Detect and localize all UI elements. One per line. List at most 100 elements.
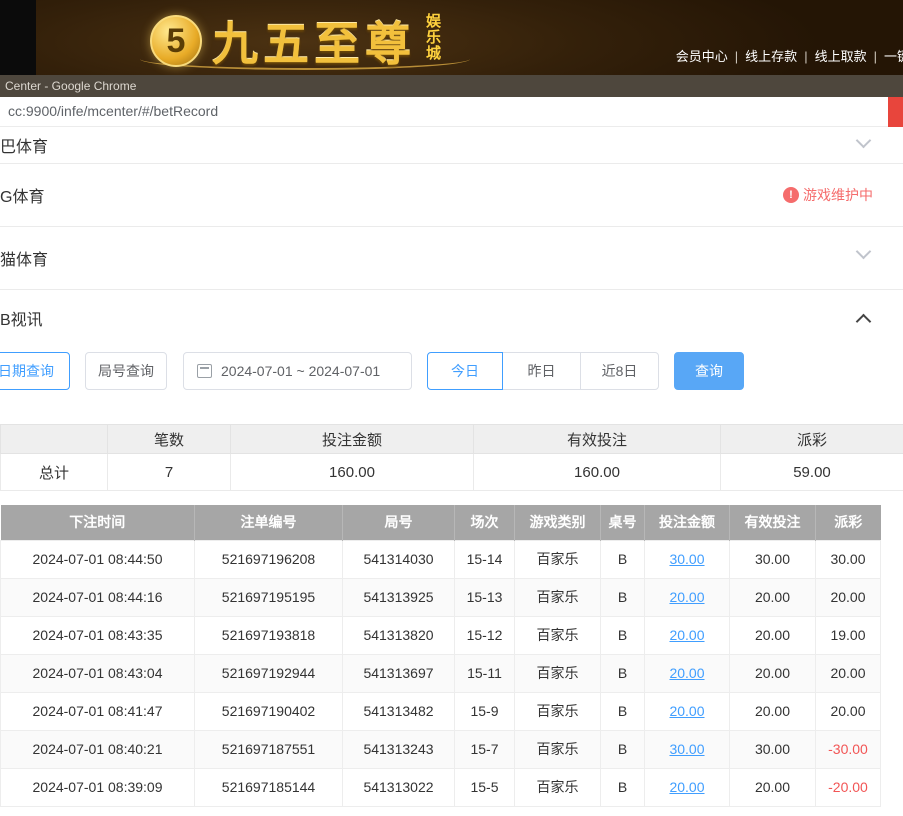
- bet-table-column-header: 游戏类别: [515, 505, 601, 540]
- summary-header-bet-amount: 投注金额: [231, 425, 474, 454]
- bet-amount-link[interactable]: 20.00: [669, 589, 704, 605]
- cell-session: 15-5: [455, 768, 515, 806]
- nav-separator: |: [874, 49, 877, 64]
- filter-toolbar: 日期查询 局号查询 2024-07-01 ~ 2024-07-01 今日 昨日 …: [0, 346, 903, 424]
- accordion-label: B视讯: [0, 306, 43, 330]
- summary-header-count: 笔数: [108, 425, 231, 454]
- yesterday-button[interactable]: 昨日: [502, 352, 581, 390]
- cell-table-no: B: [601, 730, 645, 768]
- coin-5-icon: 5: [150, 15, 202, 67]
- cell-round-no: 541313820: [343, 616, 455, 654]
- accordion-item-saba-sports[interactable]: 巴体育: [0, 127, 903, 164]
- summary-bet-amount-value: 160.00: [231, 454, 474, 491]
- chevron-up-icon: [856, 314, 872, 330]
- date-query-button[interactable]: 日期查询: [0, 352, 70, 390]
- cell-bet: 20.00: [645, 654, 730, 692]
- cell-payout: -20.00: [816, 768, 881, 806]
- red-indicator: [888, 97, 903, 127]
- cell-round-no: 541313022: [343, 768, 455, 806]
- cell-session: 15-9: [455, 692, 515, 730]
- bet-table: 下注时间注单编号局号场次游戏类别桌号投注金额有效投注派彩 2024-07-01 …: [0, 505, 881, 807]
- nav-member-center[interactable]: 会员中心: [676, 49, 728, 64]
- cell-round-no: 541313925: [343, 578, 455, 616]
- date-range-picker[interactable]: 2024-07-01 ~ 2024-07-01: [183, 352, 412, 390]
- bet-table-column-header: 场次: [455, 505, 515, 540]
- calendar-icon: [197, 364, 212, 378]
- cell-bet: 30.00: [645, 540, 730, 578]
- bet-table-column-header: 桌号: [601, 505, 645, 540]
- cell-payout: 20.00: [816, 654, 881, 692]
- cell-order-no: 521697193818: [195, 616, 343, 654]
- accordion-item-g-sports[interactable]: G体育 ! 游戏维护中: [0, 164, 903, 227]
- url-field[interactable]: cc:9900/infe/mcenter/#/betRecord: [0, 97, 903, 126]
- bet-amount-link[interactable]: 20.00: [669, 665, 704, 681]
- top-navigation: 会员中心|线上存款|线上取款|一键: [669, 46, 903, 65]
- maintenance-text: 游戏维护中: [803, 185, 873, 205]
- cell-valid: 30.00: [730, 730, 816, 768]
- browser-addressbar: cc:9900/infe/mcenter/#/betRecord: [0, 97, 903, 127]
- cell-valid: 20.00: [730, 578, 816, 616]
- summary-header-row: 笔数 投注金额 有效投注 派彩: [1, 425, 903, 454]
- summary-count-value: 7: [108, 454, 231, 491]
- cell-session: 15-7: [455, 730, 515, 768]
- accordion-label: 巴体育: [0, 133, 48, 157]
- bet-table-column-header: 注单编号: [195, 505, 343, 540]
- nav-one-key[interactable]: 一键: [884, 49, 903, 64]
- cell-table-no: B: [601, 768, 645, 806]
- cell-table-no: B: [601, 616, 645, 654]
- cell-table-no: B: [601, 654, 645, 692]
- today-button[interactable]: 今日: [427, 352, 503, 390]
- bet-amount-link[interactable]: 30.00: [669, 551, 704, 567]
- round-query-button[interactable]: 局号查询: [85, 352, 167, 390]
- accordion-label: 猫体育: [0, 246, 48, 270]
- cell-table-no: B: [601, 540, 645, 578]
- cell-time: 2024-07-01 08:40:21: [1, 730, 195, 768]
- summary-total-row: 总计 7 160.00 160.00 59.00: [1, 454, 903, 491]
- cell-session: 15-14: [455, 540, 515, 578]
- cell-game: 百家乐: [515, 730, 601, 768]
- summary-valid-bet-value: 160.00: [474, 454, 721, 491]
- bet-amount-link[interactable]: 20.00: [669, 703, 704, 719]
- nav-separator: |: [735, 49, 738, 64]
- cell-payout: 19.00: [816, 616, 881, 654]
- cell-time: 2024-07-01 08:43:04: [1, 654, 195, 692]
- cell-table-no: B: [601, 578, 645, 616]
- cell-table-no: B: [601, 692, 645, 730]
- accordion-item-panda-sports[interactable]: 猫体育: [0, 227, 903, 290]
- cell-time: 2024-07-01 08:44:50: [1, 540, 195, 578]
- cell-order-no: 521697195195: [195, 578, 343, 616]
- screen: 5 九五至尊 娱乐城 会员中心|线上存款|线上取款|一键 Center - Go…: [0, 0, 903, 816]
- cell-order-no: 521697187551: [195, 730, 343, 768]
- accordion-item-b-live[interactable]: B视讯: [0, 290, 903, 346]
- nav-online-deposit[interactable]: 线上存款: [745, 49, 797, 64]
- site-title: 九五至尊: [212, 8, 416, 74]
- bet-table-column-header: 下注时间: [1, 505, 195, 540]
- cell-time: 2024-07-01 08:39:09: [1, 768, 195, 806]
- bet-record-row: 2024-07-01 08:43:35521697193818541313820…: [1, 616, 881, 654]
- bet-table-column-header: 有效投注: [730, 505, 816, 540]
- bet-record-row: 2024-07-01 08:44:50521697196208541314030…: [1, 540, 881, 578]
- bet-amount-link[interactable]: 30.00: [669, 741, 704, 757]
- cell-game: 百家乐: [515, 768, 601, 806]
- cell-bet: 30.00: [645, 730, 730, 768]
- last-8-days-button[interactable]: 近8日: [580, 352, 659, 390]
- bet-amount-link[interactable]: 20.00: [669, 627, 704, 643]
- cell-payout: 20.00: [816, 692, 881, 730]
- search-button[interactable]: 查询: [674, 352, 744, 390]
- cell-round-no: 541313482: [343, 692, 455, 730]
- cell-valid: 20.00: [730, 768, 816, 806]
- cell-round-no: 541313243: [343, 730, 455, 768]
- date-range-value: 2024-07-01 ~ 2024-07-01: [221, 363, 380, 379]
- cell-round-no: 541313697: [343, 654, 455, 692]
- cell-time: 2024-07-01 08:44:16: [1, 578, 195, 616]
- site-banner: 5 九五至尊 娱乐城 会员中心|线上存款|线上取款|一键: [0, 0, 903, 75]
- cell-game: 百家乐: [515, 692, 601, 730]
- bet-table-column-header: 局号: [343, 505, 455, 540]
- bet-record-row: 2024-07-01 08:39:09521697185144541313022…: [1, 768, 881, 806]
- cell-game: 百家乐: [515, 540, 601, 578]
- bet-table-body: 2024-07-01 08:44:50521697196208541314030…: [1, 540, 881, 806]
- browser-titlebar: Center - Google Chrome: [0, 75, 903, 97]
- cell-bet: 20.00: [645, 768, 730, 806]
- bet-amount-link[interactable]: 20.00: [669, 779, 704, 795]
- nav-online-withdraw[interactable]: 线上取款: [815, 49, 867, 64]
